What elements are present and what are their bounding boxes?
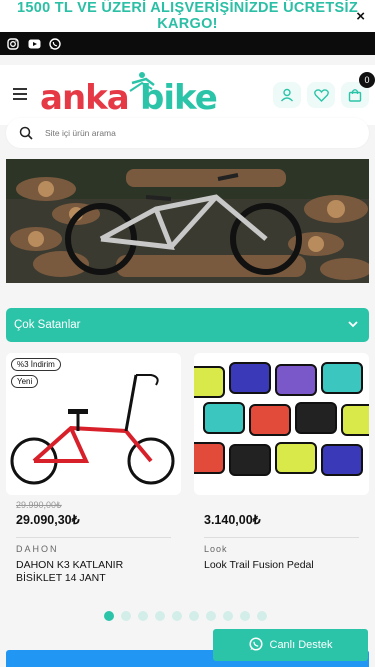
divider bbox=[204, 537, 359, 538]
user-icon[interactable] bbox=[273, 82, 301, 108]
chevron-down-icon bbox=[348, 320, 358, 331]
product-price: 29.090,30₺ bbox=[16, 513, 80, 527]
old-price: 29.990,00₺ bbox=[16, 500, 62, 510]
carousel-dot[interactable] bbox=[206, 611, 216, 621]
new-badge: Yeni bbox=[11, 375, 39, 388]
carousel-dot[interactable] bbox=[172, 611, 182, 621]
heart-icon[interactable] bbox=[307, 82, 335, 108]
product-image[interactable] bbox=[194, 353, 369, 495]
instagram-icon[interactable] bbox=[6, 37, 20, 51]
whatsapp-icon bbox=[248, 636, 263, 654]
carousel-dot[interactable] bbox=[155, 611, 165, 621]
product-card[interactable]: 3.140,00₺ Look Look Trail Fusion Pedal bbox=[194, 353, 369, 572]
live-support-button[interactable]: Canlı Destek bbox=[213, 629, 368, 661]
carousel-dot[interactable] bbox=[223, 611, 233, 621]
carousel-dot[interactable] bbox=[104, 611, 114, 621]
live-support-label: Canlı Destek bbox=[269, 639, 333, 651]
carousel-dot[interactable] bbox=[257, 611, 267, 621]
carousel-dot[interactable] bbox=[121, 611, 131, 621]
product-brand[interactable]: DAHON bbox=[6, 544, 181, 554]
ankabike-logo[interactable]: anka bike bbox=[40, 69, 238, 117]
carousel-dot[interactable] bbox=[138, 611, 148, 621]
section-accordion-best-sellers[interactable]: Çok Satanlar bbox=[6, 308, 369, 342]
carousel-dot[interactable] bbox=[189, 611, 199, 621]
site-header: anka bike 0 bbox=[0, 65, 375, 125]
youtube-icon[interactable] bbox=[27, 37, 41, 51]
social-bar bbox=[0, 32, 375, 55]
discount-badge: %3 İndirim bbox=[11, 358, 61, 371]
product-brand[interactable]: Look bbox=[194, 544, 369, 554]
product-image[interactable]: %3 İndirim Yeni bbox=[6, 353, 181, 495]
old-price bbox=[194, 500, 369, 511]
search-icon[interactable] bbox=[19, 126, 33, 140]
cart-icon[interactable]: 0 bbox=[341, 72, 375, 108]
close-icon[interactable]: × bbox=[356, 8, 365, 25]
promo-banner: 1500 TL VE ÜZERİ ALIŞVERİŞİNİZDE ÜCRETSİ… bbox=[0, 0, 375, 32]
whatsapp-icon[interactable] bbox=[48, 37, 62, 51]
promo-text: 1500 TL VE ÜZERİ ALIŞVERİŞİNİZDE ÜCRETSİ… bbox=[16, 0, 359, 32]
product-name[interactable]: DAHON K3 KATLANIR BİSİKLET 14 JANT bbox=[6, 559, 171, 585]
product-card[interactable]: %3 İndirim Yeni 29.990,00₺ 29.090,30₺ DA… bbox=[6, 353, 181, 585]
product-price: 3.140,00₺ bbox=[204, 513, 261, 527]
divider bbox=[16, 537, 171, 538]
svg-text:anka: anka bbox=[40, 78, 129, 117]
section-title: Çok Satanlar bbox=[14, 319, 81, 331]
product-name[interactable]: Look Trail Fusion Pedal bbox=[194, 559, 359, 572]
carousel-pagination bbox=[104, 611, 267, 621]
search-bar bbox=[6, 118, 369, 148]
cart-count-badge: 0 bbox=[359, 72, 375, 88]
carousel-dot[interactable] bbox=[240, 611, 250, 621]
menu-icon[interactable] bbox=[13, 88, 27, 103]
search-input[interactable] bbox=[45, 128, 295, 138]
hero-banner-image[interactable] bbox=[6, 159, 369, 283]
